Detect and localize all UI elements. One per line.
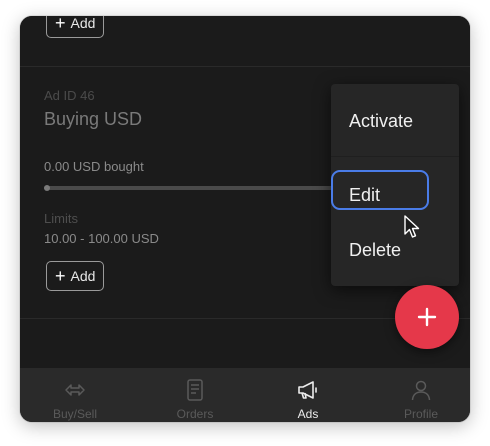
plus-icon: + <box>55 266 66 286</box>
add-label: Add <box>70 268 96 284</box>
nav-item-profile[interactable]: Profile <box>366 368 470 422</box>
app-frame: + Add Ad ID 46 Buying USD 0.00 USD bough… <box>20 16 470 422</box>
nav-item-ads[interactable]: Ads <box>253 368 363 422</box>
create-ad-button[interactable] <box>395 285 459 349</box>
swap-arrows-icon <box>65 384 85 396</box>
bottom-navigation: Buy/Sell Orders Ads Profile <box>20 368 470 422</box>
limits-value: 10.00 - 100.00 USD <box>44 231 159 246</box>
document-icon <box>187 379 203 401</box>
menu-item-delete[interactable]: Delete <box>349 240 401 261</box>
nav-item-orders[interactable]: Orders <box>140 368 250 422</box>
menu-item-activate[interactable]: Activate <box>349 111 413 132</box>
progress-indicator <box>44 185 50 191</box>
nav-label: Profile <box>403 407 438 421</box>
divider <box>20 66 470 67</box>
progress-bar <box>44 185 344 191</box>
plus-icon: + <box>55 16 66 33</box>
add-label: Add <box>70 16 96 31</box>
ad-actions-menu: Activate Edit Delete <box>331 84 459 286</box>
megaphone-icon <box>298 381 317 399</box>
ad-id: Ad ID 46 <box>44 88 95 103</box>
previous-ad-add-button[interactable]: + Add <box>46 16 105 38</box>
add-button[interactable]: + Add <box>46 261 105 291</box>
person-icon <box>411 380 431 401</box>
nav-label: Orders <box>176 407 214 421</box>
limits-label: Limits <box>44 211 78 226</box>
mouse-cursor-icon <box>404 215 420 238</box>
nav-label: Ads <box>297 407 319 421</box>
menu-separator <box>331 156 459 157</box>
ad-title: Buying USD <box>44 109 143 129</box>
menu-item-edit[interactable]: Edit <box>349 185 380 206</box>
nav-item-buy-sell[interactable]: Buy/Sell <box>20 368 130 422</box>
ads-list: + Add Ad ID 46 Buying USD 0.00 USD bough… <box>20 16 470 368</box>
nav-label: Buy/Sell <box>52 407 98 421</box>
plus-icon <box>417 307 437 327</box>
bought-amount: 0.00 USD bought <box>44 159 144 174</box>
